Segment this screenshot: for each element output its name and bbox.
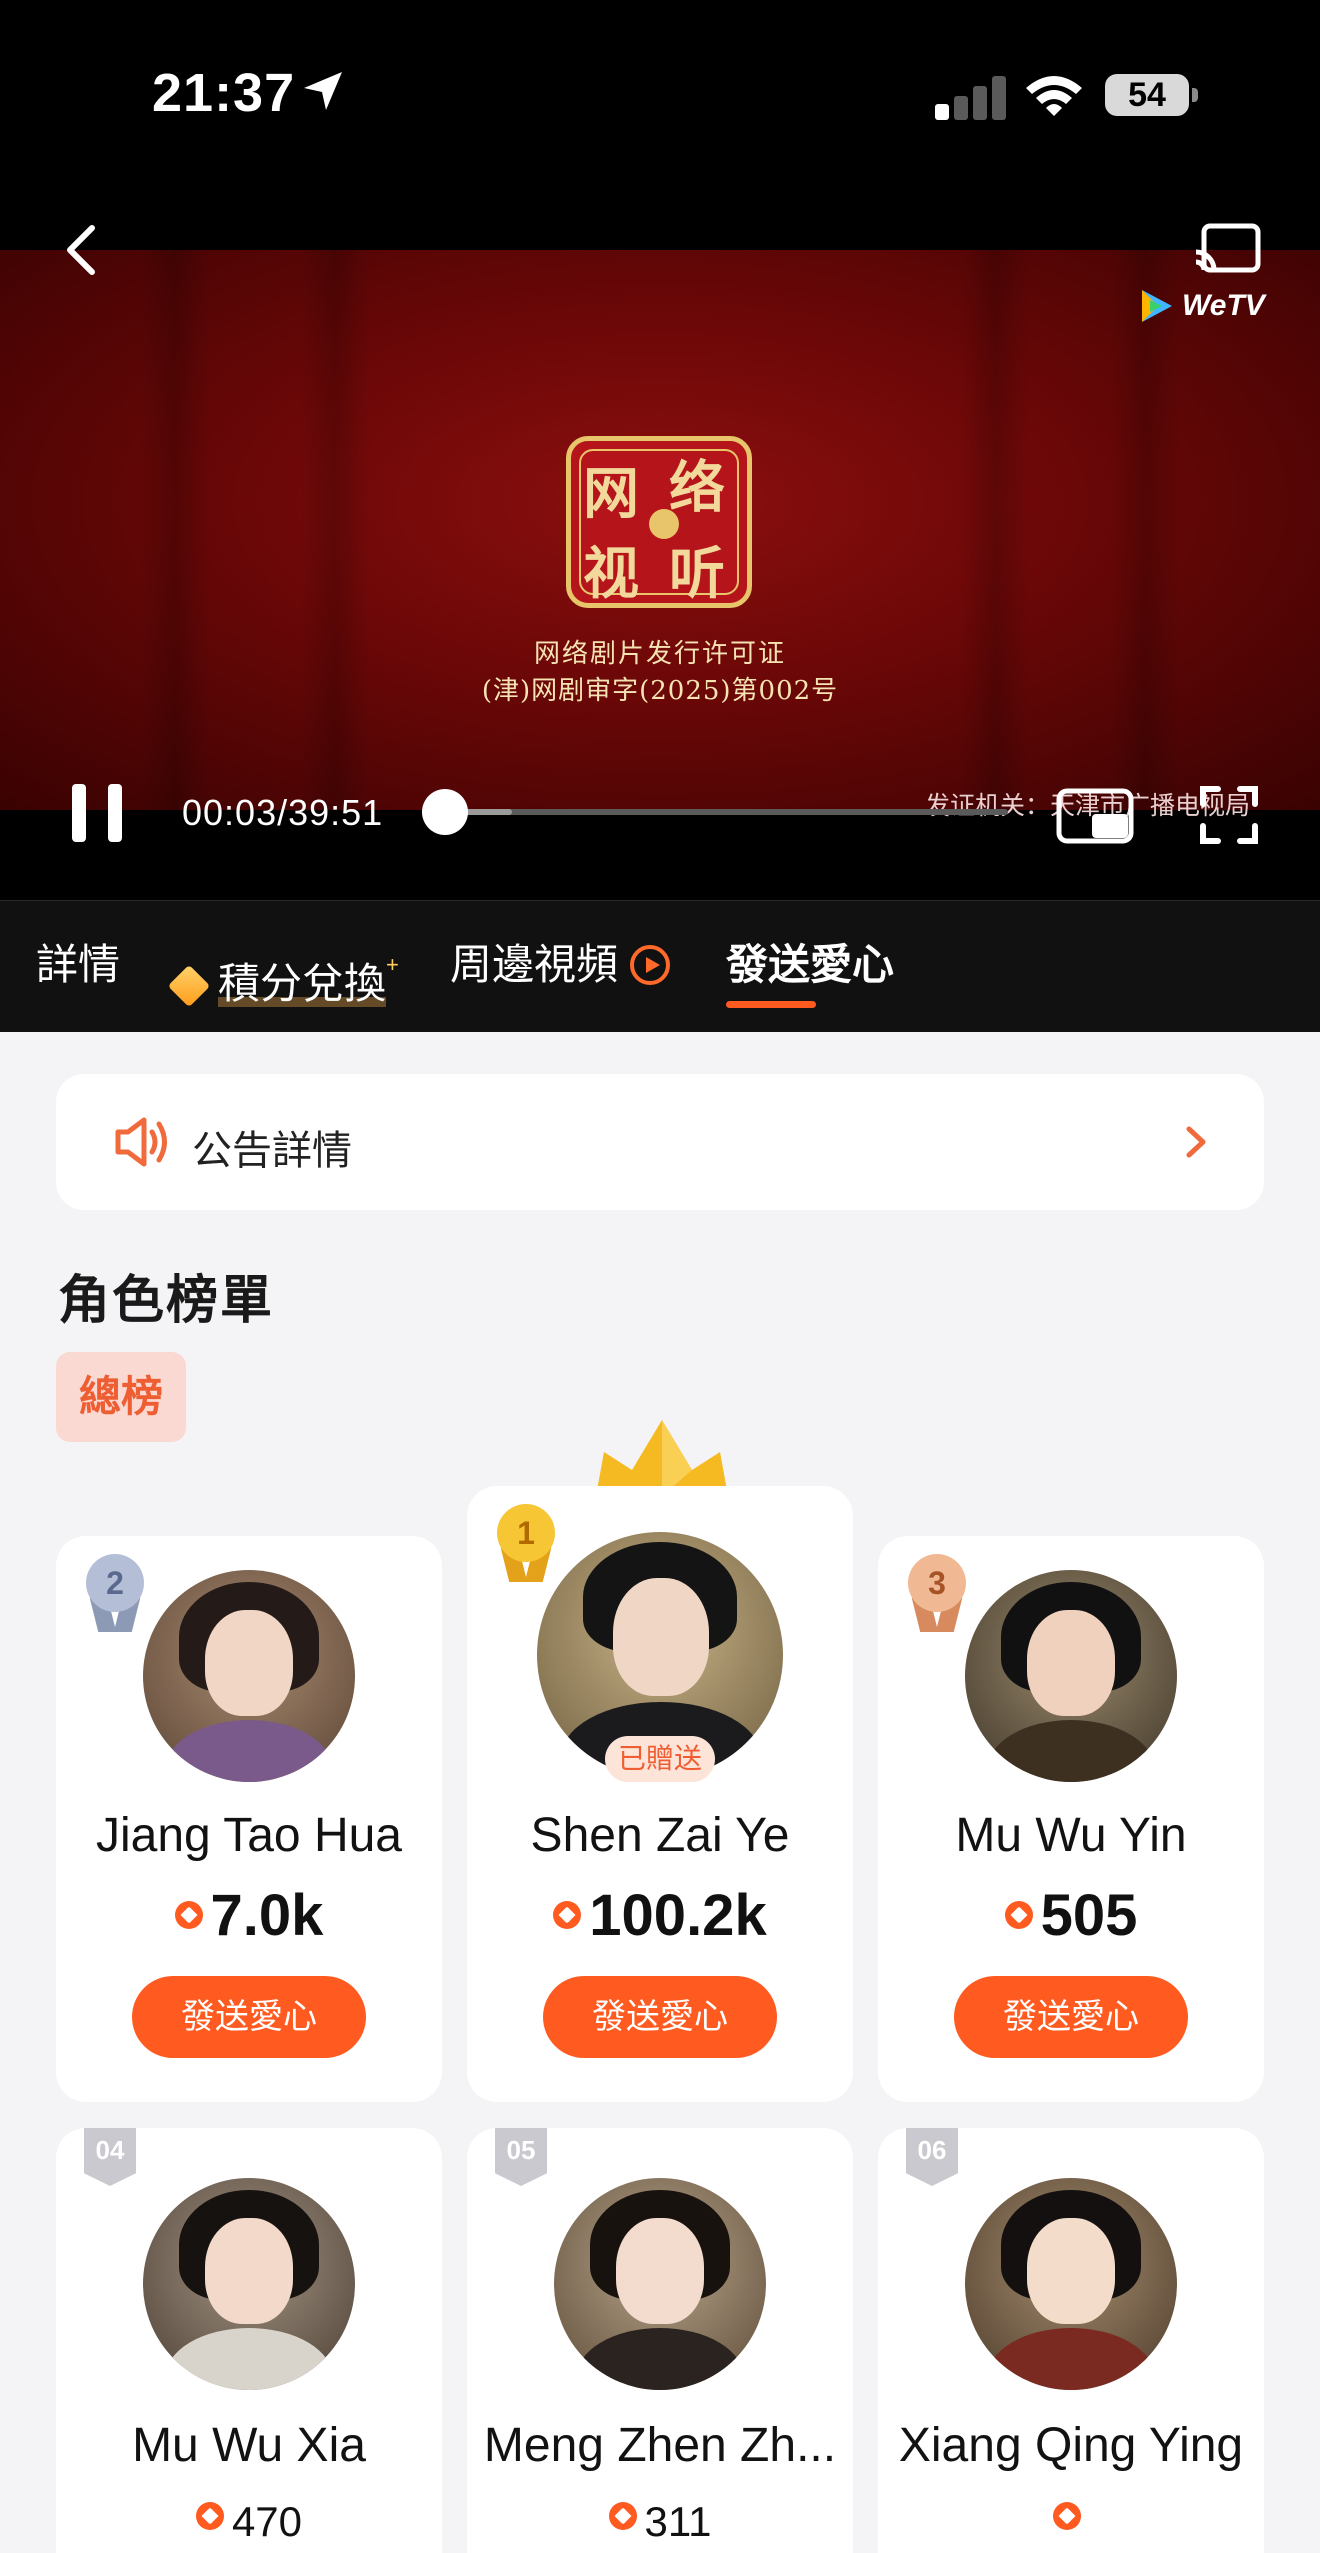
crown-icon bbox=[596, 1420, 728, 1496]
battery-nub bbox=[1192, 88, 1198, 102]
character-name: Jiang Tao Hua bbox=[96, 1809, 402, 1862]
rank-tag: 05 bbox=[495, 2128, 547, 2186]
wifi-icon bbox=[1026, 76, 1082, 116]
video-player[interactable]: 网 络 视 听 网络剧片发行许可证 (津)网剧审字(2025)第002号 发证机… bbox=[0, 200, 1320, 900]
avatar[interactable] bbox=[554, 2178, 766, 2390]
wetv-logo: WeTV bbox=[1136, 286, 1265, 326]
license-seal-logo: 网 络 视 听 bbox=[566, 436, 752, 608]
tab-label: 積分兌換 bbox=[218, 960, 387, 1007]
heart-icon bbox=[174, 1901, 203, 1929]
heart-icon bbox=[195, 2502, 224, 2530]
play-circle-icon bbox=[630, 945, 671, 985]
pause-icon[interactable] bbox=[70, 784, 124, 842]
license-title: 网络剧片发行许可证 bbox=[533, 639, 786, 669]
tab-label: 發送愛心 bbox=[726, 941, 895, 988]
timecode: 00:03/39:51 bbox=[182, 792, 384, 833]
heart-icon bbox=[1053, 2502, 1081, 2530]
curtain-fold bbox=[1110, 250, 1180, 810]
location-arrow-icon bbox=[304, 72, 342, 110]
announcement-label: 公告詳情 bbox=[192, 1129, 352, 1173]
bronze-medal-icon: 3 bbox=[906, 1554, 968, 1634]
tab-related-videos[interactable]: 周邊視頻 bbox=[450, 935, 671, 995]
cellular-signal-icon bbox=[935, 74, 1007, 120]
rank-card-6: 06 Xiang Qing Ying bbox=[878, 2128, 1264, 2553]
send-love-button[interactable]: 發送愛心 bbox=[543, 1976, 777, 2058]
character-name: Mu Wu Xia bbox=[132, 2419, 366, 2472]
filter-chip-overall[interactable]: 總榜 bbox=[56, 1352, 186, 1442]
love-score-value: 311 bbox=[644, 2498, 712, 2545]
picture-in-picture-icon[interactable] bbox=[1056, 788, 1134, 844]
character-name: Meng Zhen Zh... bbox=[483, 2419, 837, 2472]
seal-char: 听 bbox=[669, 541, 725, 607]
chevron-right-icon bbox=[1186, 1126, 1206, 1158]
love-score bbox=[878, 2498, 1264, 2546]
sparkle-plus-icon: + bbox=[386, 952, 399, 977]
love-score-value: 470 bbox=[231, 2498, 303, 2545]
love-score-value: 505 bbox=[1040, 1883, 1138, 1948]
tab-points-exchange[interactable]: 積分兌換+ bbox=[167, 935, 399, 1008]
curtain-fold bbox=[960, 250, 1030, 810]
video-frame[interactable]: 网 络 视 听 网络剧片发行许可证 (津)网剧审字(2025)第002号 发证机… bbox=[0, 250, 1320, 820]
fullscreen-icon[interactable] bbox=[1200, 786, 1258, 844]
seal-char: 络 bbox=[669, 455, 725, 521]
seal-char: 视 bbox=[583, 541, 639, 607]
license-number: (津)网剧审字(2025)第002号 bbox=[481, 676, 839, 706]
curtain-fold bbox=[140, 250, 210, 810]
tab-label: 詳情 bbox=[36, 941, 121, 988]
send-love-button[interactable]: 發送愛心 bbox=[132, 1976, 366, 2058]
diamond-icon bbox=[167, 964, 211, 1008]
rank-card-4: 04 Mu Wu Xia 470 bbox=[56, 2128, 442, 2553]
tab-send-love[interactable]: 發送愛心 bbox=[726, 935, 894, 995]
rank-tag: 06 bbox=[906, 2128, 958, 2186]
avatar[interactable] bbox=[143, 2178, 355, 2390]
avatar[interactable] bbox=[965, 1570, 1177, 1782]
avatar[interactable] bbox=[965, 2178, 1177, 2390]
seal-play-icon bbox=[649, 509, 679, 539]
heart-icon bbox=[608, 2502, 637, 2530]
rank-card-5: 05 Meng Zhen Zh... 311 bbox=[467, 2128, 853, 2553]
tab-details[interactable]: 詳情 bbox=[36, 935, 120, 995]
curtain-fold bbox=[300, 250, 370, 810]
love-score: 311 bbox=[467, 2498, 853, 2546]
rank-card-3: 3 Mu Wu Yin 505 發送愛心 bbox=[878, 1536, 1264, 2102]
rank-tag: 04 bbox=[84, 2128, 136, 2186]
rank-card-1: 1 已贈送 Shen Zai Ye 100.2k 發送愛心 bbox=[467, 1486, 853, 2102]
love-score-value: 100.2k bbox=[589, 1883, 767, 1948]
back-arrow-icon[interactable] bbox=[58, 220, 106, 280]
status-bar: 21:37 54 bbox=[0, 0, 1320, 200]
cast-icon[interactable] bbox=[1192, 222, 1262, 278]
section-title: 角色榜單 bbox=[58, 1272, 275, 1330]
wetv-wordmark: WeTV bbox=[1182, 289, 1265, 322]
battery-indicator: 54 bbox=[1105, 74, 1189, 116]
character-name: Xiang Qing Ying bbox=[898, 2419, 1244, 2472]
love-score: 7.0k bbox=[56, 1882, 442, 1949]
status-time: 21:37 bbox=[152, 63, 296, 123]
progress-bar[interactable] bbox=[422, 789, 1008, 835]
character-name: Mu Wu Yin bbox=[955, 1809, 1187, 1862]
speaker-icon bbox=[115, 1117, 167, 1167]
medal-rank: 2 bbox=[86, 1554, 144, 1612]
wetv-logo-icon bbox=[1142, 290, 1172, 322]
announcement-row[interactable]: 公告詳情 bbox=[56, 1074, 1264, 1210]
love-score: 505 bbox=[878, 1882, 1264, 1949]
love-score: 100.2k bbox=[467, 1882, 853, 1949]
character-name: Shen Zai Ye bbox=[530, 1809, 790, 1862]
tab-bar: 詳情 積分兌換+ 周邊視頻 發送愛心 bbox=[0, 900, 1320, 1032]
medal-rank: 3 bbox=[908, 1554, 966, 1612]
tab-label: 周邊視頻 bbox=[450, 941, 619, 988]
silver-medal-icon: 2 bbox=[84, 1554, 146, 1634]
love-score-value: 7.0k bbox=[210, 1883, 324, 1948]
send-love-button[interactable]: 發送愛心 bbox=[954, 1976, 1188, 2058]
heart-icon bbox=[553, 1901, 582, 1929]
seal-char: 网 bbox=[583, 461, 639, 527]
rank-card-2: 2 Jiang Tao Hua 7.0k 發送愛心 bbox=[56, 1536, 442, 2102]
progress-thumb[interactable] bbox=[422, 789, 469, 835]
gifted-badge: 已贈送 bbox=[605, 1736, 715, 1782]
heart-icon bbox=[1004, 1901, 1033, 1929]
send-love-panel: 公告詳情 角色榜單 總榜 2 Jiang Tao Hua 7.0k 發送愛心 1… bbox=[0, 1032, 1320, 2553]
avatar[interactable] bbox=[143, 1570, 355, 1782]
active-tab-indicator bbox=[726, 1001, 816, 1008]
love-score: 470 bbox=[56, 2498, 442, 2546]
